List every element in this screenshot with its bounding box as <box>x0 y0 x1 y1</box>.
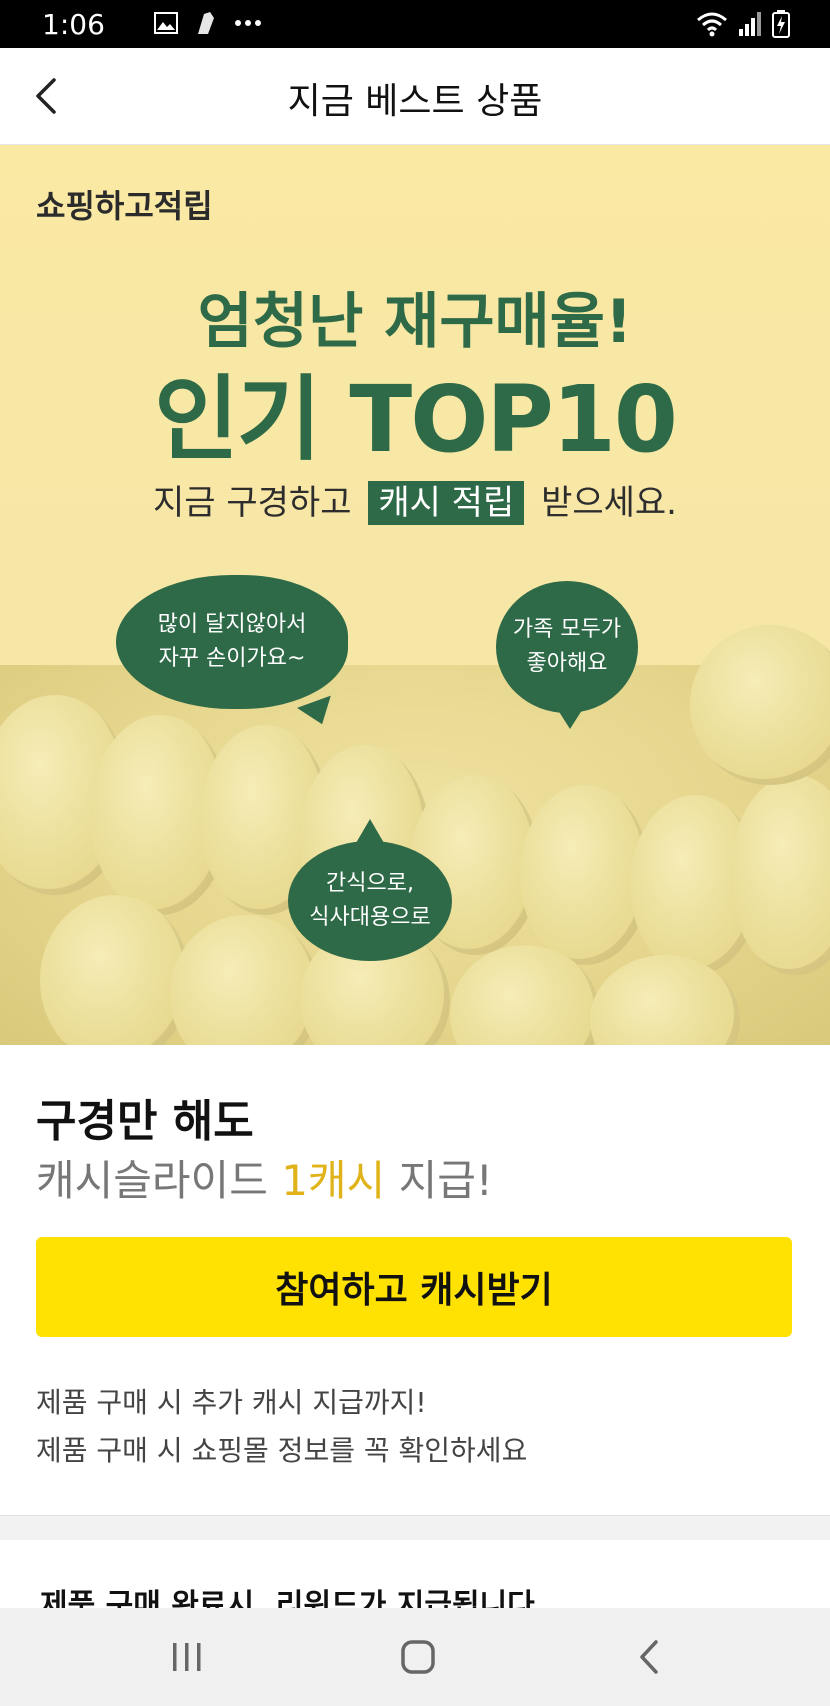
home-icon <box>401 1640 435 1674</box>
battery-charging-icon <box>772 10 790 38</box>
promo-title: 구경만 해도 <box>36 1096 254 1147</box>
subline-highlight: 캐시 적립 <box>368 481 525 525</box>
page-title: 지금 베스트 상품 <box>287 81 543 122</box>
promo-subtitle: 캐시슬라이드 1캐시 지급! <box>36 1147 493 1208</box>
wifi-icon <box>697 12 727 37</box>
speech-bubble-family: 가족 모두가 좋아해요 <box>496 581 638 713</box>
status-time: 1:06 <box>42 8 105 41</box>
bubble-line: 가족 모두가 <box>512 617 622 642</box>
notification-icons <box>154 10 262 36</box>
promo-subtitle-suffix: 지급! <box>398 1156 493 1205</box>
note-extra-cash: 제품 구매 시 추가 캐시 지급까지! <box>36 1386 427 1419</box>
subline-text-before: 지금 구경하고 <box>153 483 352 523</box>
participate-cash-button[interactable]: 참여하고 캐시받기 <box>36 1237 792 1337</box>
back-icon <box>640 1640 658 1674</box>
speech-bubble-not-sweet: 많이 달지않아서 자꾸 손이가요~ <box>116 575 348 709</box>
promo-subtitle-brand: 캐시슬라이드 <box>36 1156 268 1205</box>
bubble-line: 좋아해요 <box>526 651 608 676</box>
home-button[interactable] <box>391 1630 445 1684</box>
more-icon <box>235 20 261 26</box>
note-check-mall-info: 제품 구매 시 쇼핑몰 정보를 꼭 확인하세요 <box>36 1434 528 1467</box>
brand-logo: 쇼핑하고적립 <box>36 187 213 225</box>
speech-bubble-snack: 간식으로, 식사대용으로 <box>288 841 452 961</box>
banner-subline: 지금 구경하고 캐시 적립 받으세요. <box>0 475 830 525</box>
subline-text-after: 받으세요. <box>541 483 677 523</box>
headline-top10: 인기 TOP10 <box>154 366 678 473</box>
bubble-line: 많이 달지않아서 <box>157 612 307 637</box>
recent-apps-icon <box>173 1643 201 1671</box>
app-header: 지금 베스트 상품 <box>0 48 830 145</box>
bubble-line: 자꾸 손이가요~ <box>158 646 306 671</box>
navigation-bar <box>0 1608 830 1706</box>
section-divider <box>0 1515 830 1540</box>
app-notification-icon <box>198 12 214 34</box>
promo-subtitle-reward: 1캐시 <box>281 1156 386 1205</box>
nav-back-button[interactable] <box>622 1630 676 1684</box>
bubble-line: 식사대용으로 <box>309 905 431 930</box>
promo-banner-image: 쇼핑하고적립 엄청난 재구매율! 인기 TOP10 지금 구경하고 캐시 적립 … <box>0 145 830 1045</box>
recent-apps-button[interactable] <box>160 1630 214 1684</box>
promo-section: 구경만 해도 캐시슬라이드 1캐시 지급! 참여하고 캐시받기 제품 구매 시 … <box>0 1045 830 1515</box>
gallery-icon <box>154 12 178 34</box>
system-icons <box>696 10 790 38</box>
bubble-line: 간식으로, <box>326 871 414 896</box>
signal-icon <box>739 12 761 36</box>
status-bar: 1:06 <box>0 0 830 48</box>
